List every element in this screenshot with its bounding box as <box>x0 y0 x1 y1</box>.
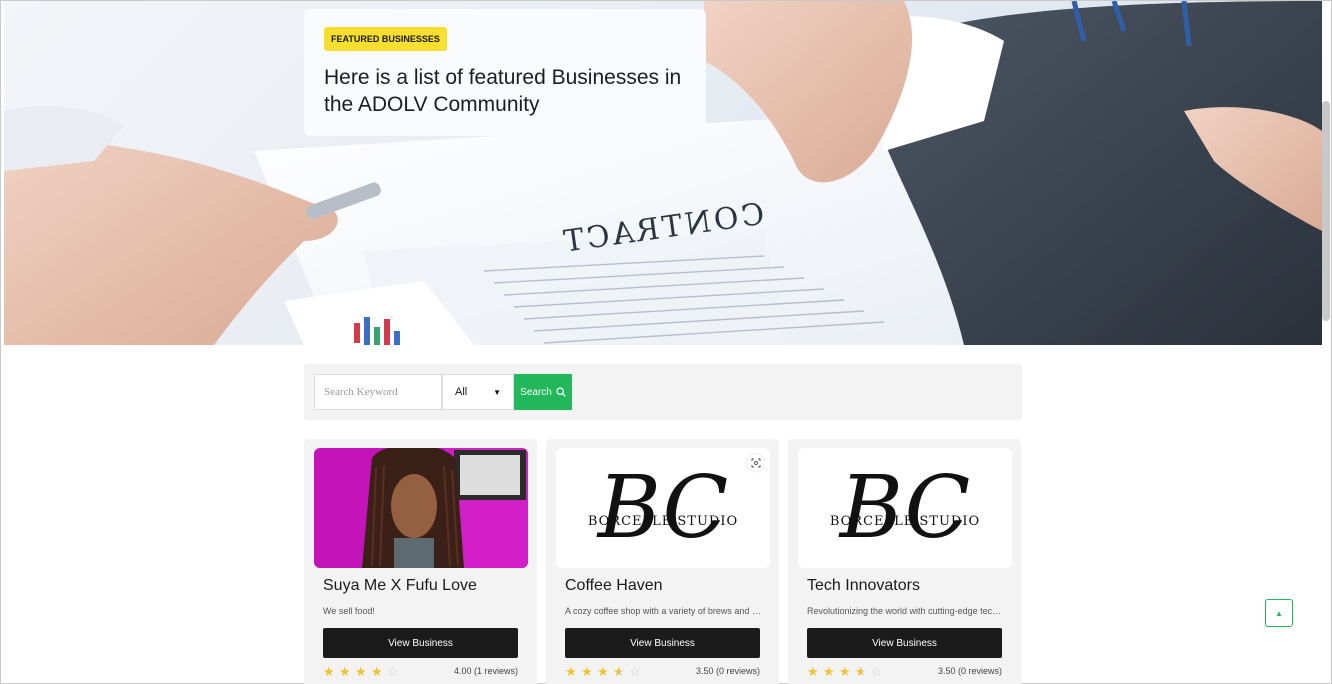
page-title: Here is a list of featured Businesses in… <box>324 66 682 116</box>
star-empty-icon: ☆ <box>871 664 883 679</box>
star-empty-icon: ☆ <box>387 664 399 679</box>
business-description: Revolutionizing the world with cutting-e… <box>807 606 1003 616</box>
expand-icon[interactable] <box>747 454 764 471</box>
rating-text: 3.50 (0 reviews) <box>937 666 1002 676</box>
featured-badge: FEATURED BUSINESSES <box>324 27 447 51</box>
star-icon: ★ <box>597 664 609 679</box>
rating-text: 3.50 (0 reviews) <box>695 666 760 676</box>
business-image <box>314 448 528 568</box>
business-name: Suya Me X Fufu Love <box>323 577 477 594</box>
star-empty-icon: ☆ <box>629 664 641 679</box>
logo-letters: BC <box>597 458 729 558</box>
business-card: BC BORCELLE STUDIO Coffee Haven A cozy c… <box>546 439 779 684</box>
category-select[interactable]: All ▼ <box>442 374 514 410</box>
star-icon: ★ <box>323 664 335 679</box>
scroll-to-top-button[interactable]: ▲ <box>1265 599 1293 627</box>
star-icon: ★ <box>339 664 351 679</box>
search-bar: All ▼ Search <box>304 364 1022 420</box>
star-rating: ★ ★ ★ ★ ☆ <box>323 665 400 678</box>
star-icon: ★ <box>355 664 367 679</box>
business-image: BC BORCELLE STUDIO <box>556 448 770 568</box>
search-button[interactable]: Search <box>514 374 572 410</box>
category-select-value: All <box>455 386 468 398</box>
business-name: Tech Innovators <box>807 577 920 594</box>
star-icon: ★ <box>839 664 851 679</box>
view-business-button[interactable]: View Business <box>807 628 1002 658</box>
star-icon: ★ <box>371 664 383 679</box>
page-scrollbar[interactable] <box>1322 101 1330 321</box>
logo-letters: BC <box>839 458 971 558</box>
logo-text: BORCELLE STUDIO <box>587 514 739 529</box>
rating-text: 4.00 (1 reviews) <box>453 666 518 676</box>
chevron-down-icon: ▼ <box>493 387 501 397</box>
star-half-icon: ★ <box>613 665 626 678</box>
business-card: Suya Me X Fufu Love We sell food! View B… <box>304 439 537 684</box>
business-description: A cozy coffee shop with a variety of bre… <box>565 606 761 616</box>
search-icon <box>556 387 566 397</box>
star-rating: ★ ★ ★ ★ ☆ <box>565 665 642 678</box>
hero-banner: CONTRACT FEATURED BUSINESSES Here is a l… <box>4 1 1322 345</box>
star-icon: ★ <box>565 664 577 679</box>
star-rating: ★ ★ ★ ★ ☆ <box>807 665 884 678</box>
view-business-button[interactable]: View Business <box>565 628 760 658</box>
person-photo <box>314 448 528 568</box>
star-half-icon: ★ <box>855 665 868 678</box>
search-input[interactable] <box>314 374 442 410</box>
star-icon: ★ <box>807 664 819 679</box>
business-description: We sell food! <box>323 606 375 616</box>
logo-text: BORCELLE STUDIO <box>829 514 981 529</box>
arrow-up-icon: ▲ <box>1275 608 1283 618</box>
business-image: BC BORCELLE STUDIO <box>798 448 1012 568</box>
hero-card: FEATURED BUSINESSES Here is a list of fe… <box>304 9 706 136</box>
star-icon: ★ <box>581 664 593 679</box>
view-business-button[interactable]: View Business <box>323 628 518 658</box>
search-button-label: Search <box>520 386 552 398</box>
star-icon: ★ <box>823 664 835 679</box>
business-card: BC BORCELLE STUDIO Tech Innovators Revol… <box>788 439 1021 684</box>
business-name: Coffee Haven <box>565 577 663 594</box>
